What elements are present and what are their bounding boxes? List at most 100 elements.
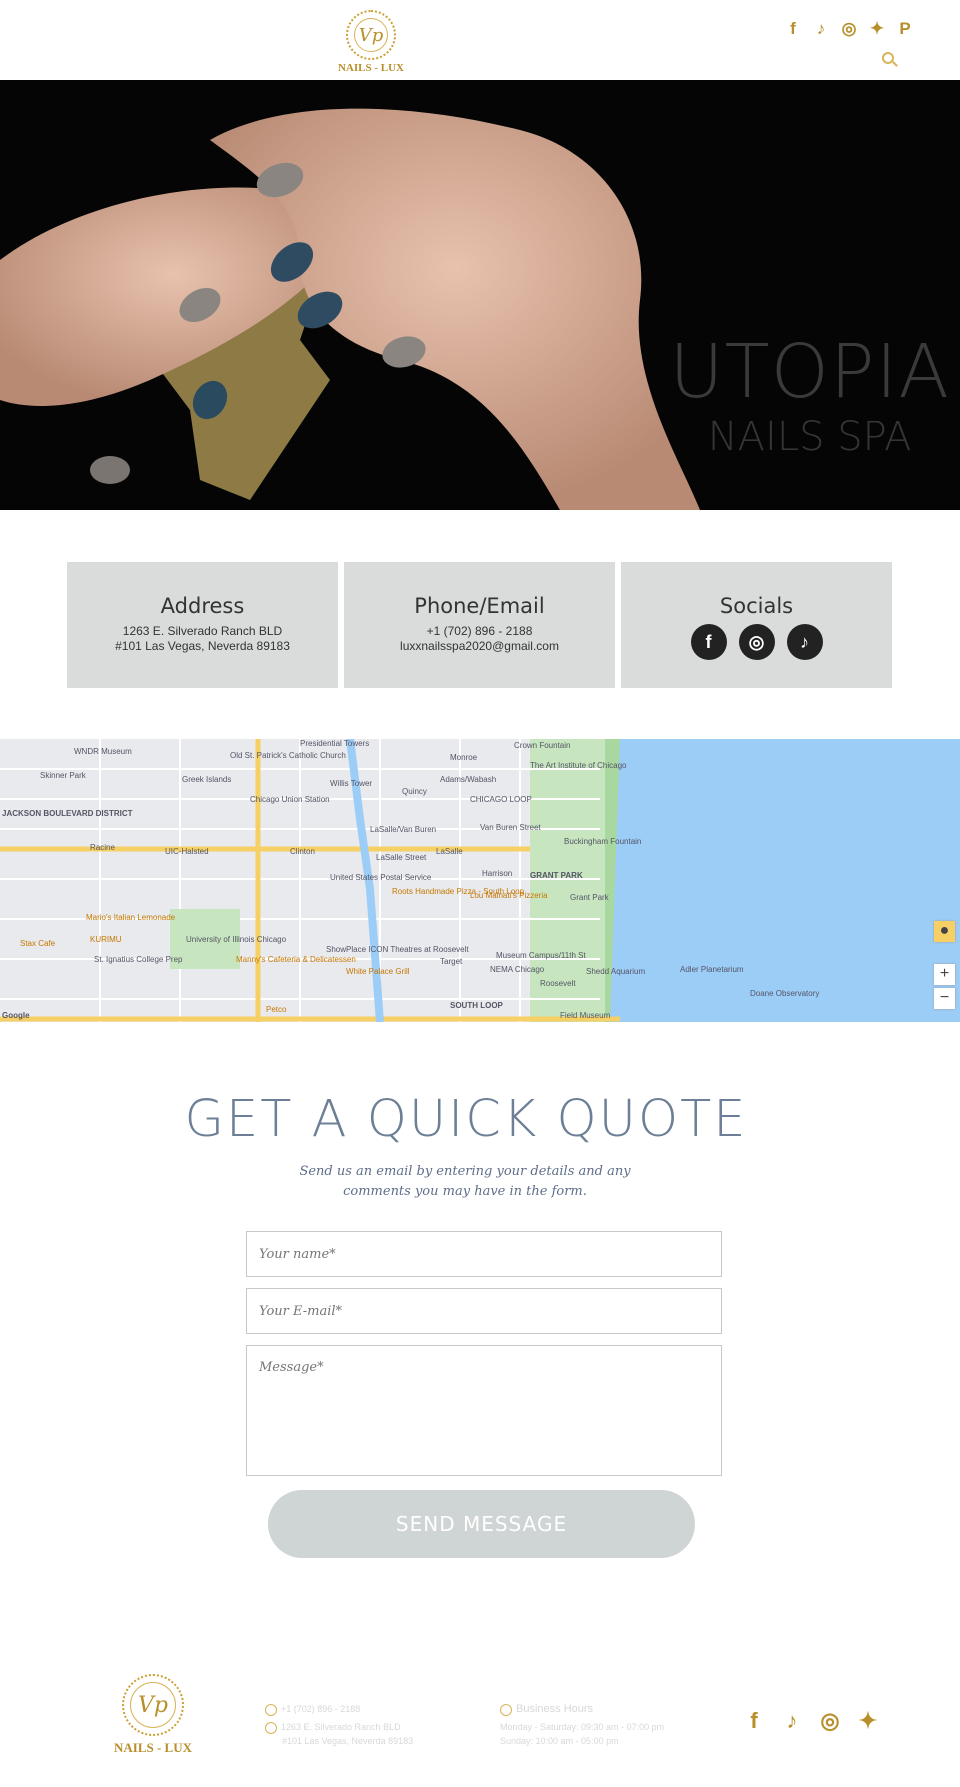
hours-line2: Sunday: 10:00 am - 05:00 pm	[500, 1736, 619, 1746]
map-label: Field Museum	[560, 1011, 611, 1020]
footer-contact: +1 (702) 896 - 2188 1263 E. Silverado Ra…	[265, 1702, 413, 1748]
map-label: The Art Institute of Chicago	[530, 761, 627, 770]
facebook-icon[interactable]: f	[690, 624, 727, 660]
map-label: Manny's Cafeteria & Delicatessen	[236, 955, 356, 964]
map-label: WNDR Museum	[74, 747, 132, 756]
map-label: Petco	[266, 1005, 287, 1014]
map-label: Buckingham Fountain	[564, 837, 642, 846]
map-label: White Palace Grill	[346, 967, 410, 976]
message-input[interactable]	[246, 1345, 722, 1476]
map-label: Adams/Wabash	[440, 775, 497, 784]
hours-title: Business Hours	[516, 1703, 594, 1715]
map-label: University of Illinois Chicago	[186, 935, 287, 944]
footer-logo-monogram: Vp	[122, 1674, 184, 1736]
map-label: NEMA Chicago	[490, 965, 545, 974]
google-logo: Google	[2, 1011, 30, 1020]
street-view-icon[interactable]: ●	[934, 921, 955, 942]
map-label: Stax Cafe	[20, 939, 56, 948]
phone-number[interactable]: +1 (702) 896 - 2188	[344, 624, 615, 639]
map-label: Quincy	[402, 787, 427, 796]
logo-text: NAILS - LUX	[337, 62, 404, 74]
map-label: Monroe	[450, 753, 478, 762]
footer-address-line1: 1263 E. Silverado Ranch BLD	[281, 1722, 401, 1732]
site-header: Vp NAILS - LUX f ♪ ◎ ✦ P	[0, 0, 960, 80]
email-input[interactable]	[246, 1288, 722, 1334]
map-label: SOUTH LOOP	[450, 1001, 503, 1010]
map-label: LaSalle	[436, 847, 463, 856]
site-footer: Vp NAILS - LUX +1 (702) 896 - 2188 1263 …	[0, 1660, 960, 1787]
map-label: Shedd Aquarium	[586, 967, 646, 976]
twitter-icon[interactable]: ✦	[856, 1708, 880, 1734]
map-label: Skinner Park	[40, 771, 86, 780]
map-label: Presidential Towers	[300, 739, 370, 748]
send-message-button[interactable]: SEND MESSAGE	[268, 1490, 695, 1558]
map-label: LaSalle/Van Buren	[370, 825, 437, 834]
site-logo[interactable]: Vp NAILS - LUX	[336, 10, 406, 78]
twitter-icon[interactable]: ✦	[868, 18, 886, 40]
map-label: Harrison	[482, 869, 513, 878]
socials-title: Socials	[719, 594, 794, 618]
socials-icons: f ◎ ♪	[621, 624, 892, 660]
footer-hours: Business Hours Monday - Saturday: 09:30 …	[500, 1702, 664, 1748]
footer-logo[interactable]: Vp NAILS - LUX	[108, 1674, 198, 1756]
footer-address-line2: #101 Las Vegas, Neverda 89183	[282, 1736, 414, 1746]
map-label: Crown Fountain	[514, 741, 571, 750]
map-label: Adler Planetarium	[680, 965, 744, 974]
footer-phone[interactable]: +1 (702) 896 - 2188	[281, 1704, 360, 1714]
map-label: UIC-Halsted	[165, 847, 209, 856]
pinterest-icon[interactable]: P	[896, 18, 914, 40]
phone-email-card: Phone/Email +1 (702) 896 - 2188 luxxnail…	[344, 562, 615, 688]
map-label: Lou Malnati's Pizzeria	[470, 891, 548, 900]
footer-logo-text: NAILS - LUX	[113, 1740, 192, 1755]
contact-cards: Address 1263 E. Silverado Ranch BLD #101…	[67, 562, 892, 688]
socials-card: Socials f ◎ ♪	[621, 562, 892, 688]
map-label: Target	[440, 957, 463, 966]
map-label: Doane Observatory	[750, 989, 820, 998]
map-label: United States Postal Service	[330, 873, 432, 882]
map-label: Racine	[90, 843, 115, 852]
search-icon[interactable]	[882, 52, 894, 64]
logo-monogram: Vp	[346, 10, 396, 60]
tiktok-icon[interactable]: ♪	[786, 624, 823, 660]
phone-icon	[265, 1703, 277, 1716]
facebook-icon[interactable]: f	[742, 1708, 766, 1734]
footer-social-links: f ♪ ◎ ✦	[742, 1708, 880, 1734]
map-label: St. Ignatius College Prep	[94, 955, 183, 964]
quote-subtitle: Send us an email by entering your detail…	[299, 1164, 631, 1199]
location-icon	[265, 1721, 277, 1734]
facebook-icon[interactable]: f	[784, 18, 802, 40]
tiktok-icon[interactable]: ♪	[812, 18, 830, 40]
map-label: Roosevelt	[540, 979, 576, 988]
map-label: Chicago Union Station	[250, 795, 330, 804]
map-label: CHICAGO LOOP	[470, 795, 532, 804]
zoom-in-button[interactable]: +	[934, 964, 955, 985]
map-label: JACKSON BOULEVARD DISTRICT	[2, 809, 133, 818]
quote-title: GET A QUICK QUOTE	[184, 1090, 748, 1149]
map-label: Greek Islands	[182, 775, 232, 784]
map-label: Willis Tower	[330, 779, 373, 788]
hero-title-block: UTOPIA NAILS SPA	[669, 330, 950, 460]
tiktok-icon[interactable]: ♪	[780, 1708, 804, 1734]
instagram-icon[interactable]: ◎	[818, 1708, 842, 1734]
email-address[interactable]: luxxnailsspa2020@gmail.com	[344, 639, 615, 654]
map-label: LaSalle Street	[376, 853, 427, 862]
map-label: Van Buren Street	[480, 823, 541, 832]
location-map[interactable]: WNDR Museum Presidential Towers Old St. …	[0, 739, 960, 1022]
map-label: Mario's Italian Lemonade	[86, 913, 176, 922]
hero-subtitle: NAILS SPA	[707, 414, 912, 460]
map-label: Clinton	[290, 847, 315, 856]
map-label: Museum Campus/11th St	[496, 951, 586, 960]
instagram-icon[interactable]: ◎	[840, 18, 858, 40]
name-input[interactable]	[246, 1231, 722, 1277]
phone-email-title: Phone/Email	[414, 594, 545, 618]
header-social-links: f ♪ ◎ ✦ P	[784, 18, 914, 40]
map-label: KURIMU	[90, 935, 122, 944]
hours-line1: Monday - Saturday: 09:30 am - 07:00 pm	[500, 1722, 665, 1732]
map-label: Grant Park	[570, 893, 609, 902]
address-line2: #101 Las Vegas, Neverda 89183	[115, 639, 290, 653]
zoom-out-button[interactable]: −	[934, 988, 955, 1009]
instagram-icon[interactable]: ◎	[738, 624, 775, 660]
map-label: Old St. Patrick's Catholic Church	[230, 751, 346, 760]
map-label: ShowPlace ICON Theatres at Roosevelt	[326, 945, 469, 954]
address-card: Address 1263 E. Silverado Ranch BLD #101…	[67, 562, 338, 688]
